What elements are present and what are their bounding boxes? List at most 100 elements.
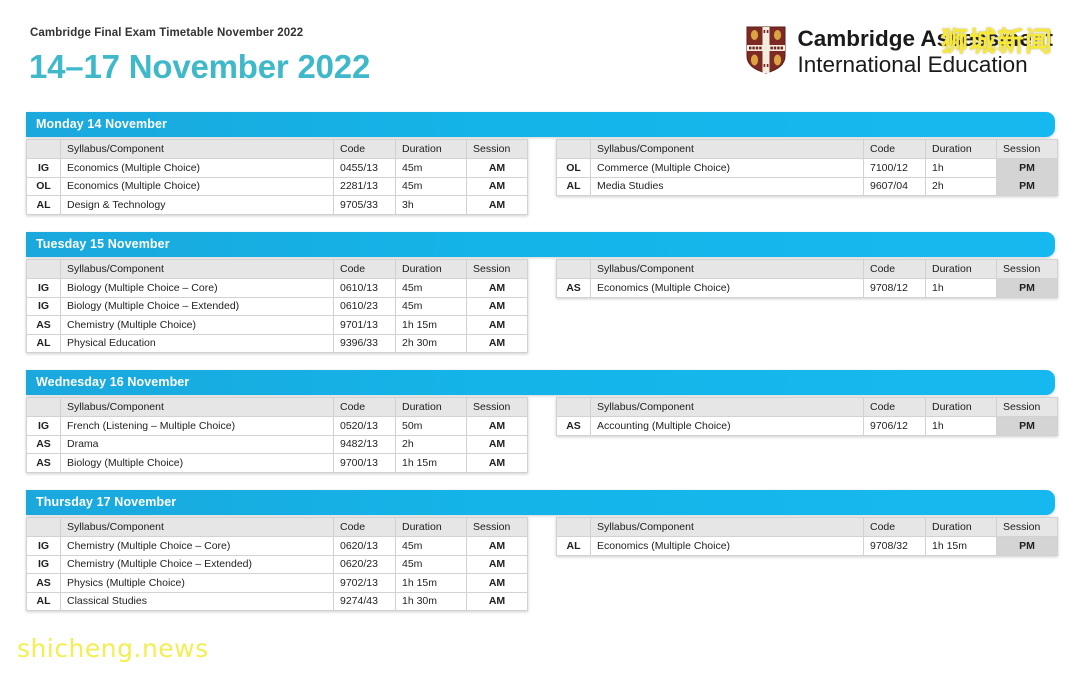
table-row: IG Chemistry (Multiple Choice – Extended)…: [26, 554, 528, 574]
day-header-bar: Tuesday 15 November: [26, 232, 1055, 257]
day-block: Tuesday 15 November Syllabus/Component Cod…: [26, 232, 1058, 353]
cell-level: AS: [26, 434, 61, 454]
cell-session: PM: [996, 158, 1058, 178]
cell-duration: 50m: [395, 416, 467, 436]
cell-level: AS: [556, 416, 591, 436]
cell-code: 0455/13: [333, 158, 396, 178]
cell-session: AM: [466, 296, 528, 316]
cell-session: PM: [996, 416, 1058, 436]
exam-table-am: Syllabus/Component Code Duration Session IG C…: [26, 517, 528, 611]
column-header-duration: Duration: [925, 397, 997, 417]
cell-code: 9701/13: [333, 315, 396, 335]
cell-duration: 2h 30m: [395, 333, 467, 353]
cell-level: AS: [26, 315, 61, 335]
day-block: Wednesday 16 November Syllabus/Component C…: [26, 370, 1058, 473]
column-header-session: Session: [996, 259, 1058, 279]
day-tables-row: Syllabus/Component Code Duration Session IG F…: [26, 395, 1058, 473]
cell-code: 9700/13: [333, 453, 396, 473]
column-header-level: [26, 397, 61, 417]
column-header-level: [556, 259, 591, 279]
column-header-syllabus: Syllabus/Component: [60, 259, 334, 279]
cell-duration: 3h: [395, 195, 467, 215]
cell-syllabus: Classical Studies: [60, 591, 334, 611]
cell-duration: 2h: [925, 176, 997, 196]
cell-duration: 2h: [395, 434, 467, 454]
cell-level: IG: [26, 278, 61, 298]
cell-level: AS: [556, 278, 591, 298]
column-header-code: Code: [863, 139, 926, 159]
cell-duration: 45m: [395, 278, 467, 298]
table-row: OL Economics (Multiple Choice) 2281/13 45m A…: [26, 176, 528, 196]
day-block: Monday 14 November Syllabus/Component Code…: [26, 112, 1058, 215]
table-row: IG French (Listening – Multiple Choice) 05…: [26, 416, 528, 436]
cell-level: OL: [556, 158, 591, 178]
kicker-text: Cambridge Final Exam Timetable November …: [30, 27, 304, 39]
cell-session: AM: [466, 195, 528, 215]
cell-session: PM: [996, 278, 1058, 298]
cambridge-crest-icon: [746, 26, 786, 74]
cell-level: AS: [26, 573, 61, 593]
column-header-code: Code: [863, 259, 926, 279]
day-tables-row: Syllabus/Component Code Duration Session IG B…: [26, 257, 1058, 353]
cell-level: OL: [26, 176, 61, 196]
cell-level: AL: [26, 333, 61, 353]
cell-level: IG: [26, 536, 61, 556]
table-row: IG Economics (Multiple Choice) 0455/13 45m A…: [26, 158, 528, 178]
day-block: Thursday 17 November Syllabus/Component Co…: [26, 490, 1058, 611]
cell-syllabus: Biology (Multiple Choice – Core): [60, 278, 334, 298]
exam-table-am: Syllabus/Component Code Duration Session IG B…: [26, 259, 528, 353]
table-row: AS Economics (Multiple Choice) 9708/12 1h PM: [556, 278, 1058, 298]
table-row: IG Biology (Multiple Choice – Extended) 06…: [26, 296, 528, 316]
table-row: IG Chemistry (Multiple Choice – Core) 0620…: [26, 536, 528, 556]
column-header-session: Session: [996, 517, 1058, 537]
cell-duration: 1h 15m: [395, 453, 467, 473]
column-header-duration: Duration: [395, 259, 467, 279]
table-row: AL Classical Studies 9274/43 1h 30m AM: [26, 591, 528, 611]
cell-duration: 1h: [925, 158, 997, 178]
cell-syllabus: Economics (Multiple Choice): [60, 176, 334, 196]
day-tables-row: Syllabus/Component Code Duration Session IG E…: [26, 137, 1058, 215]
cell-level: IG: [26, 296, 61, 316]
table-row: AL Media Studies 9607/04 2h PM: [556, 176, 1058, 196]
cell-code: 0620/23: [333, 554, 396, 574]
table-row: AL Design & Technology 9705/33 3h AM: [26, 195, 528, 215]
cell-duration: 1h: [925, 278, 997, 298]
column-header-syllabus: Syllabus/Component: [60, 139, 334, 159]
cell-level: AL: [556, 176, 591, 196]
column-header-duration: Duration: [395, 397, 467, 417]
watermark-bottom-left: shicheng.news: [17, 634, 209, 663]
page-header: Cambridge Final Exam Timetable November …: [0, 0, 1080, 104]
table-row: AS Physics (Multiple Choice) 9702/13 1h 15m…: [26, 573, 528, 593]
cell-syllabus: Chemistry (Multiple Choice): [60, 315, 334, 335]
cell-level: AL: [556, 536, 591, 556]
table-header-row: Syllabus/Component Code Duration Session: [26, 397, 528, 417]
day-header-bar: Monday 14 November: [26, 112, 1055, 137]
exam-table-pm: Syllabus/Component Code Duration Session AS E…: [556, 259, 1058, 298]
column-header-duration: Duration: [925, 139, 997, 159]
column-header-duration: Duration: [395, 139, 467, 159]
cell-session: AM: [466, 333, 528, 353]
day-header-label: Monday 14 November: [36, 117, 168, 131]
cell-code: 9708/12: [863, 278, 926, 298]
cell-code: 7100/12: [863, 158, 926, 178]
cell-code: 9705/33: [333, 195, 396, 215]
column-header-syllabus: Syllabus/Component: [60, 517, 334, 537]
cell-level: IG: [26, 416, 61, 436]
table-header-row: Syllabus/Component Code Duration Session: [26, 517, 528, 537]
column-header-duration: Duration: [925, 517, 997, 537]
cell-session: AM: [466, 158, 528, 178]
table-row: AL Economics (Multiple Choice) 9708/32 1h 1…: [556, 536, 1058, 556]
column-header-syllabus: Syllabus/Component: [60, 397, 334, 417]
cell-session: PM: [996, 176, 1058, 196]
cell-duration: 1h 30m: [395, 591, 467, 611]
cell-syllabus: Economics (Multiple Choice): [60, 158, 334, 178]
column-header-code: Code: [333, 259, 396, 279]
column-header-session: Session: [466, 259, 528, 279]
column-header-syllabus: Syllabus/Component: [590, 139, 864, 159]
cell-syllabus: Commerce (Multiple Choice): [590, 158, 864, 178]
column-header-code: Code: [333, 139, 396, 159]
cell-session: AM: [466, 416, 528, 436]
column-header-syllabus: Syllabus/Component: [590, 259, 864, 279]
column-header-code: Code: [333, 397, 396, 417]
day-header-label: Wednesday 16 November: [36, 375, 190, 389]
